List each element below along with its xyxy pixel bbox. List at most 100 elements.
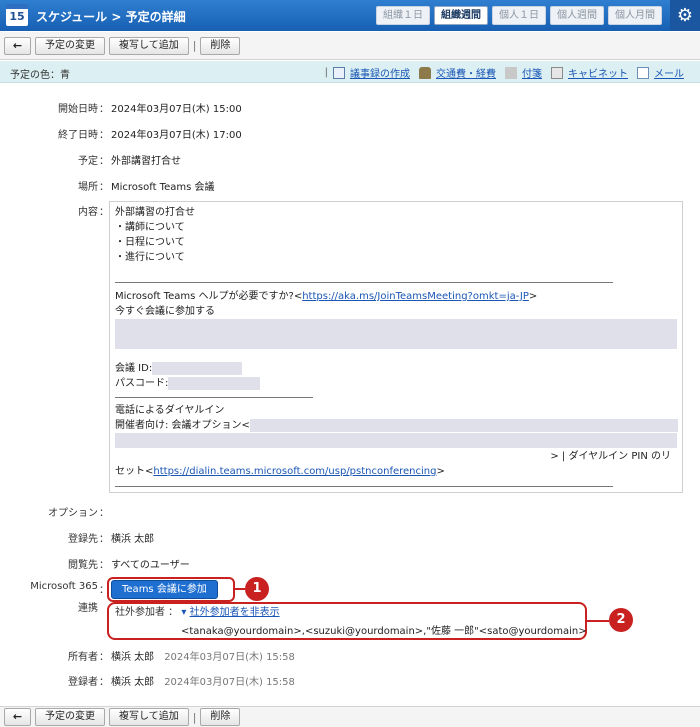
- redacted-meeting-id: [152, 361, 243, 375]
- back-button[interactable]: ←: [4, 708, 31, 726]
- mail-link[interactable]: メール: [654, 65, 684, 80]
- toolbar-separator: |: [192, 710, 197, 724]
- train-icon: [419, 66, 431, 79]
- back-button[interactable]: ←: [4, 36, 31, 55]
- calendar-icon: 15: [6, 4, 28, 26]
- expense-link[interactable]: 交通費・経費: [436, 65, 496, 80]
- help-link[interactable]: https://aka.ms/JoinTeamsMeeting?omkt=ja-…: [302, 291, 529, 302]
- creator-value: 横浜 太郎 2024年03月07日(木) 15:58: [111, 673, 295, 688]
- divider: [115, 485, 613, 487]
- pin-prefix: セット<: [115, 465, 154, 477]
- help-line: Microsoft Teams ヘルプが必要ですか?<https://aka.m…: [115, 289, 677, 304]
- schedule-color-label: 予定の色：青: [10, 70, 70, 81]
- copy-add-button[interactable]: 複写して追加: [109, 36, 189, 55]
- minutes-link[interactable]: 議事録の作成: [350, 65, 410, 80]
- content-label: 内容: [78, 207, 98, 218]
- edit-button[interactable]: 予定の変更: [35, 708, 105, 726]
- colon: ：: [99, 534, 109, 545]
- content-line: ・講師について: [115, 222, 185, 233]
- colon: ：: [99, 508, 109, 519]
- tab-org-day[interactable]: 組織１日: [376, 6, 430, 25]
- edit-button[interactable]: 予定の変更: [35, 36, 105, 55]
- colon: ：: [99, 677, 109, 688]
- tab-personal-week[interactable]: 個人週間: [550, 6, 604, 25]
- option-label: オプション: [48, 508, 98, 519]
- owner-name: 横浜 太郎: [111, 652, 155, 663]
- owner-time: 2024年03月07日(木) 15:58: [164, 652, 295, 663]
- content-line: ・進行について: [115, 252, 185, 263]
- plan-value: 外部講習打合せ: [111, 156, 181, 167]
- organizer-line: 開催者向け: 会議オプション<: [115, 418, 678, 433]
- annotation-badge-2: 2: [609, 608, 633, 632]
- annotation-connector-2: [587, 620, 609, 622]
- passcode-line: パスコード:: [115, 376, 677, 391]
- external-emails: <tanaka@yourdomain>,<suzuki@yourdomain>,…: [181, 626, 587, 637]
- tab-org-week[interactable]: 組織週間: [434, 6, 488, 25]
- delete-button[interactable]: 削除: [200, 36, 241, 55]
- redacted-block: [115, 319, 677, 349]
- colon: ：: [99, 560, 109, 571]
- divider: [115, 397, 313, 398]
- colon: ：: [99, 652, 109, 663]
- action-links: | 議事録の作成 交通費・経費 付箋 キャビネット メール: [325, 65, 690, 80]
- meeting-id-label: 会議 ID:: [115, 363, 153, 374]
- end-value: 2024年03月07日(木) 17:00: [111, 130, 242, 141]
- help-suffix: >: [528, 291, 538, 302]
- dial-in-line: 電話によるダイヤルイン: [115, 405, 225, 416]
- links-separator: |: [324, 67, 328, 78]
- calendar-day: 15: [9, 10, 25, 23]
- pin-line: > | ダイヤルイン PIN のリ: [115, 449, 677, 464]
- cabinet-icon: [551, 66, 563, 79]
- creator-label: 登録者: [68, 677, 98, 688]
- color-strip: 予定の色：青 | 議事録の作成 交通費・経費 付箋 キャビネット メール: [0, 61, 700, 83]
- top-toolbar: ← 予定の変更 複写して追加 | 削除: [0, 32, 700, 60]
- external-participants: 社外参加者 ： ▾ 社外参加者を非表示: [115, 603, 280, 618]
- delete-button[interactable]: 削除: [200, 708, 241, 726]
- creator-name: 横浜 太郎: [111, 677, 155, 688]
- pin-end: >: [436, 465, 445, 477]
- app-header: 15 スケジュール > 予定の詳細 組織１日 組織週間 個人１日 個人週間 個人…: [0, 0, 700, 31]
- ms365-label-2: 連携: [78, 603, 98, 614]
- registrant-value: 横浜 太郎: [111, 534, 155, 545]
- gear-icon[interactable]: ⚙: [670, 0, 700, 31]
- place-label: 場所: [78, 182, 98, 193]
- pin-suffix-text: > | ダイヤルイン PIN のリ: [550, 450, 671, 462]
- viewer-label: 閲覧先: [68, 560, 98, 571]
- organizer-text: 開催者向け: 会議オプション<: [115, 420, 250, 431]
- bottom-toolbar: ← 予定の変更 複写して追加 | 削除: [0, 706, 700, 727]
- ms365-label: Microsoft 365: [30, 581, 98, 592]
- content-line: 外部講習の打合せ: [115, 207, 195, 218]
- tab-personal-month[interactable]: 個人月間: [608, 6, 662, 25]
- teams-join-button[interactable]: Teams 会議に参加: [111, 580, 218, 599]
- join-now-text: 今すぐ会議に参加する: [115, 306, 215, 317]
- viewer-value: すべてのユーザー: [111, 560, 190, 571]
- view-tabs: 組織１日 組織週間 個人１日 個人週間 個人月間: [376, 6, 662, 25]
- divider: [115, 282, 613, 283]
- colon: ：: [99, 156, 109, 167]
- plan-label: 予定: [78, 156, 98, 167]
- external-label: 社外参加者 ：: [115, 607, 179, 618]
- help-text: Microsoft Teams ヘルプが必要ですか?<: [115, 291, 303, 302]
- copy-add-button[interactable]: 複写して追加: [109, 708, 189, 726]
- triangle-down-icon[interactable]: ▾: [181, 607, 186, 618]
- minutes-icon: [333, 66, 345, 79]
- tab-personal-day[interactable]: 個人１日: [492, 6, 546, 25]
- cabinet-link[interactable]: キャビネット: [568, 65, 628, 80]
- passcode-label: パスコード:: [115, 378, 169, 389]
- sticky-note-link[interactable]: 付箋: [522, 65, 542, 80]
- pin-link[interactable]: https://dialin.teams.microsoft.com/usp/p…: [153, 466, 436, 477]
- end-label: 終了日時: [58, 130, 98, 141]
- join-now-line: 今すぐ会議に参加する: [115, 304, 677, 319]
- pin-link-line: セット<https://dialin.teams.microsoft.com/u…: [115, 464, 677, 479]
- hide-external-link[interactable]: 社外参加者を非表示: [190, 607, 280, 618]
- start-value: 2024年03月07日(木) 15:00: [111, 104, 242, 115]
- annotation-connector-1: [235, 588, 245, 590]
- owner-value: 横浜 太郎 2024年03月07日(木) 15:58: [111, 648, 295, 663]
- redacted-options-link: [249, 418, 678, 432]
- registrant-label: 登録先: [68, 534, 98, 545]
- toolbar-separator: |: [192, 39, 197, 52]
- colon: ：: [99, 104, 109, 115]
- redacted-block: [115, 433, 677, 448]
- creator-time: 2024年03月07日(木) 15:58: [164, 677, 295, 688]
- content-box: 外部講習の打合せ ・講師について ・日程について ・進行について Microso…: [109, 201, 683, 493]
